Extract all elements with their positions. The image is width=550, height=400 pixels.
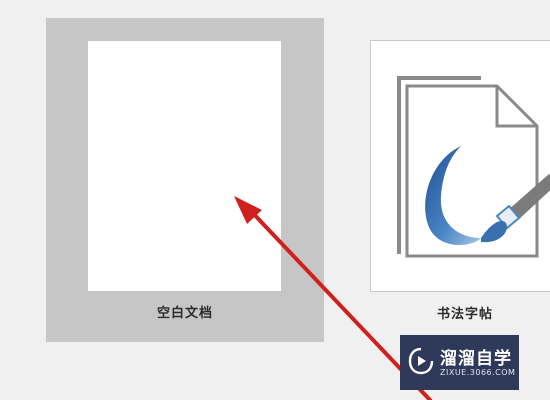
play-logo-icon xyxy=(408,347,434,375)
template-blank-document[interactable]: 空白文档 xyxy=(46,18,324,342)
template-label: 空白文档 xyxy=(156,306,213,321)
calligraphy-document-icon xyxy=(397,76,550,258)
template-label: 书法字帖 xyxy=(436,307,493,322)
blank-page-preview xyxy=(88,41,281,291)
watermark-badge: 溜溜自学 ZIXUE.3066.COM xyxy=(400,335,519,390)
watermark-url: ZIXUE.3066.COM xyxy=(440,368,516,377)
template-calligraphy-copybook[interactable] xyxy=(370,40,550,292)
watermark-title: 溜溜自学 xyxy=(440,349,512,369)
